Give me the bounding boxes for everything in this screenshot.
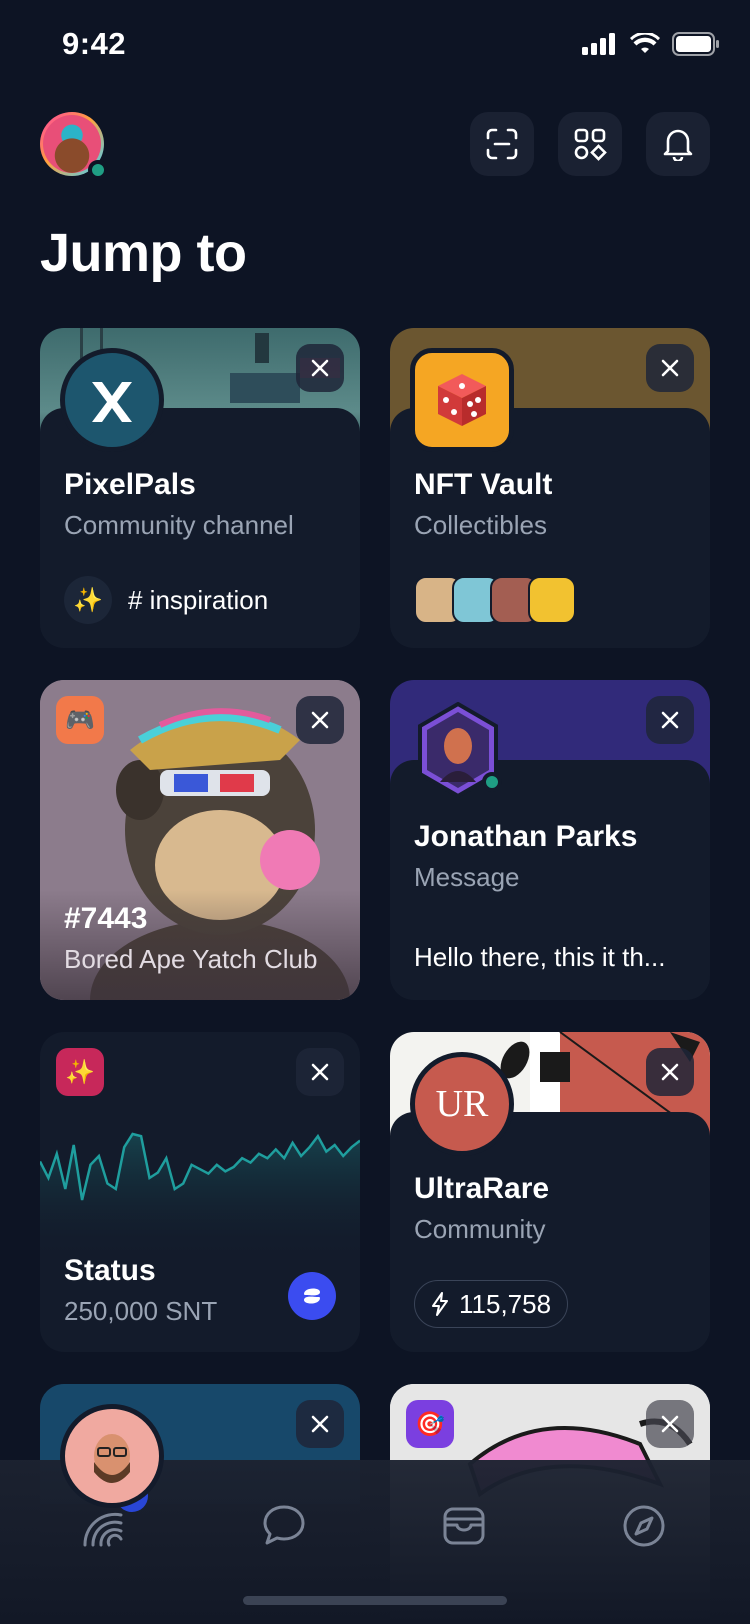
target-icon: 🎯 xyxy=(406,1400,454,1448)
close-button[interactable] xyxy=(296,696,344,744)
sparkles-icon: ✨ xyxy=(64,576,112,624)
collectible-thumbnail xyxy=(528,576,576,624)
close-icon xyxy=(661,1063,679,1081)
profile-avatar[interactable] xyxy=(40,112,108,180)
apps-button[interactable] xyxy=(558,112,622,176)
status-bar: 9:42 xyxy=(0,0,750,92)
close-icon xyxy=(661,359,679,377)
close-icon xyxy=(311,1063,329,1081)
card-subtitle: Message xyxy=(414,862,520,892)
snt-logo-icon xyxy=(304,1288,320,1304)
tab-chat[interactable] xyxy=(254,1496,314,1556)
card-subtitle: Bored Ape Yatch Club xyxy=(64,944,318,974)
close-button[interactable] xyxy=(646,696,694,744)
close-icon xyxy=(311,1415,329,1433)
close-icon xyxy=(311,711,329,729)
card-title: PixelPals xyxy=(64,468,196,501)
close-button[interactable] xyxy=(646,1400,694,1448)
close-icon xyxy=(661,1415,679,1433)
status-token-icon xyxy=(288,1272,336,1320)
home-indicator xyxy=(243,1596,507,1605)
close-button[interactable] xyxy=(296,344,344,392)
member-count-chip: 115,758 xyxy=(414,1280,569,1328)
card-subtitle: 250,000 SNT xyxy=(64,1296,218,1326)
bell-icon xyxy=(663,129,693,161)
gamepad-icon: 🎮 xyxy=(56,696,104,744)
ultrarare-logo-text: UR xyxy=(435,1083,489,1125)
nft-vault-logo xyxy=(410,348,514,452)
wallet-icon xyxy=(443,1507,485,1545)
channel-name: # inspiration xyxy=(128,584,269,615)
cellular-signal-icon xyxy=(582,33,615,55)
card-jonathan-parks[interactable]: Jonathan Parks Message Hello there, this… xyxy=(390,680,710,1000)
card-title: Jonathan Parks xyxy=(414,820,638,853)
card-title: Status xyxy=(64,1254,156,1287)
bearded-person-avatar xyxy=(94,1434,130,1483)
close-button[interactable] xyxy=(646,1048,694,1096)
close-button[interactable] xyxy=(646,344,694,392)
card-subtitle: Community xyxy=(414,1214,546,1244)
member-count: 115,758 xyxy=(459,1288,552,1319)
pixelpals-logo xyxy=(60,348,164,452)
notifications-button[interactable] xyxy=(646,112,710,176)
close-icon xyxy=(661,711,679,729)
tab-browser[interactable] xyxy=(614,1496,674,1556)
close-icon xyxy=(311,359,329,377)
close-button[interactable] xyxy=(296,1400,344,1448)
message-preview: Hello there, this it th... xyxy=(414,942,666,972)
dice-icon xyxy=(438,374,486,426)
contact-avatar xyxy=(416,701,502,799)
scan-button[interactable] xyxy=(470,112,534,176)
online-status-dot xyxy=(88,160,108,180)
lightning-icon xyxy=(432,1292,448,1316)
status-icons xyxy=(582,32,720,56)
close-button[interactable] xyxy=(296,1048,344,1096)
card-pixelpals[interactable]: PixelPals Community channel ✨ # inspirat… xyxy=(40,328,360,648)
compass-icon xyxy=(623,1505,665,1547)
card-title: #7443 xyxy=(64,902,148,935)
card-title: UltraRare xyxy=(414,1172,550,1205)
pixelpals-logo-icon xyxy=(92,382,132,422)
online-status-dot xyxy=(482,772,502,792)
chat-bubble-icon xyxy=(263,1505,305,1545)
card-ultrarare[interactable]: UR UltraRare Community 115,758 xyxy=(390,1032,710,1352)
apps-grid-icon xyxy=(574,128,607,161)
wifi-icon xyxy=(630,33,660,53)
page-title: Jump to xyxy=(40,223,247,283)
tab-wallet[interactable] xyxy=(434,1496,494,1556)
card-status[interactable]: ✨ Status 250,000 SNT xyxy=(40,1032,360,1352)
sparkles-icon: ✨ xyxy=(56,1048,104,1096)
battery-icon xyxy=(672,32,719,56)
contact-avatar xyxy=(60,1404,164,1508)
card-bored-ape[interactable]: 🎮 #7443 Bored Ape Yatch Club xyxy=(40,680,360,1000)
card-title: NFT Vault xyxy=(414,468,553,501)
card-subtitle: Community channel xyxy=(64,510,294,540)
channel-row: ✨ # inspiration xyxy=(64,576,268,624)
status-time: 9:42 xyxy=(62,26,127,61)
card-subtitle: Collectibles xyxy=(414,510,547,540)
scan-icon xyxy=(486,128,518,160)
card-nft-vault[interactable]: NFT Vault Collectibles xyxy=(390,328,710,648)
ultrarare-logo: UR xyxy=(410,1052,514,1156)
